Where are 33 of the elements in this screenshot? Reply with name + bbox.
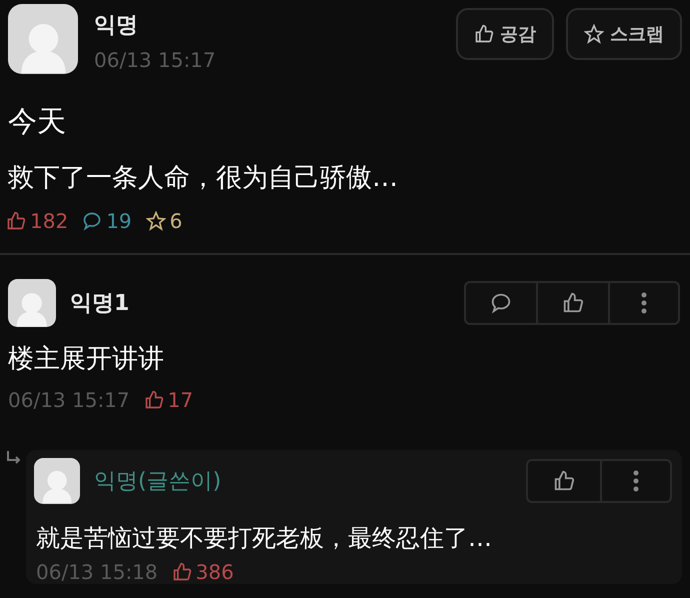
comment-date: 06/13 15:18 bbox=[36, 560, 158, 584]
star-icon bbox=[584, 24, 604, 44]
like-button[interactable]: 공감 bbox=[456, 8, 554, 60]
comment-likes: 386 bbox=[172, 560, 234, 584]
more-icon bbox=[641, 292, 647, 314]
author-name: 익명 bbox=[94, 12, 139, 40]
avatar[interactable] bbox=[34, 458, 80, 504]
scrap-button[interactable]: 스크랩 bbox=[566, 8, 682, 60]
star-icon bbox=[146, 211, 166, 231]
thumbs-up-icon bbox=[144, 390, 164, 410]
comment-date: 06/13 15:17 bbox=[8, 388, 130, 412]
avatar[interactable] bbox=[8, 4, 78, 74]
speech-bubble-icon bbox=[82, 211, 102, 231]
thumbs-up-icon bbox=[172, 562, 192, 582]
post-title: 今天 bbox=[7, 103, 67, 140]
reply-arrow-icon bbox=[6, 450, 22, 466]
comment-author: 익명(글쓴이) bbox=[94, 468, 222, 496]
like-count: 182 bbox=[6, 209, 68, 233]
thumbs-up-icon bbox=[553, 470, 575, 492]
thumbs-up-icon bbox=[474, 24, 494, 44]
comment-likes: 17 bbox=[144, 388, 194, 412]
comment-author: 익명1 bbox=[70, 290, 130, 318]
more-icon bbox=[633, 470, 639, 492]
comment-count: 19 bbox=[82, 209, 132, 233]
avatar[interactable] bbox=[8, 279, 56, 327]
speech-bubble-icon bbox=[490, 292, 512, 314]
comment-text: 楼主展开讲讲 bbox=[7, 343, 165, 376]
comment-text: 就是苦恼过要不要打死老板，最终忍住了… bbox=[35, 523, 493, 554]
thumbs-up-icon bbox=[562, 292, 584, 314]
post-body: 救下了一条人命，很为自己骄傲… bbox=[7, 162, 399, 195]
scrap-count: 6 bbox=[146, 209, 182, 233]
thumbs-up-icon bbox=[6, 211, 26, 231]
post-date: 06/13 15:17 bbox=[94, 48, 216, 72]
